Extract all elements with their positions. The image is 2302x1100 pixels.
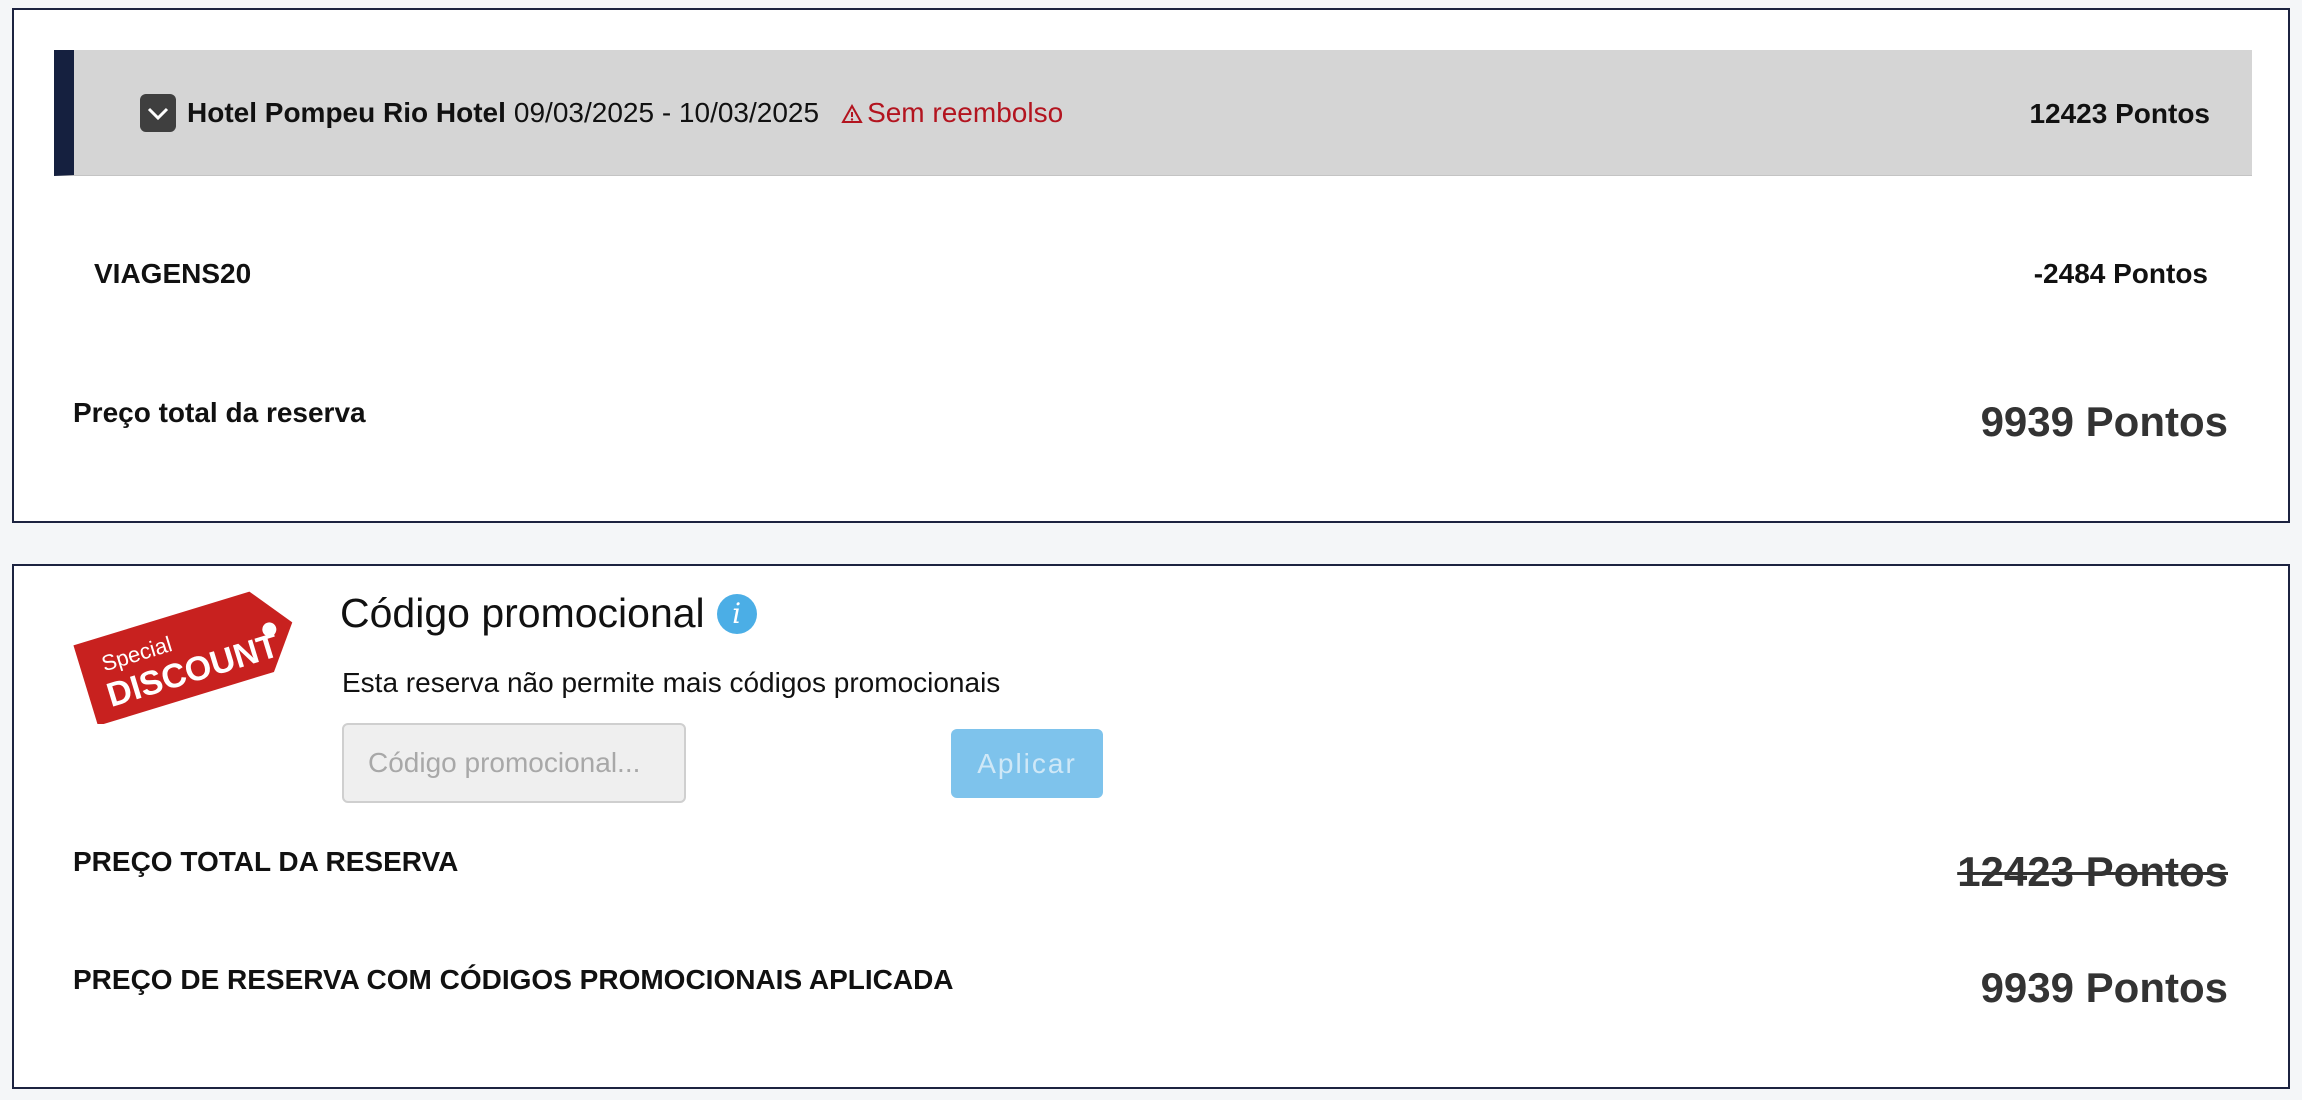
hotel-summary: Hotel Pompeu Rio Hotel 09/03/2025 - 10/0… xyxy=(187,96,1063,130)
hotel-name: Hotel Pompeu Rio Hotel xyxy=(187,97,506,128)
hotel-row[interactable]: Hotel Pompeu Rio Hotel 09/03/2025 - 10/0… xyxy=(54,50,2252,176)
stay-dates: 09/03/2025 - 10/03/2025 xyxy=(513,97,820,128)
expand-button[interactable] xyxy=(140,94,176,132)
promo-code-input[interactable] xyxy=(342,723,686,803)
original-total-value: 12423 Pontos xyxy=(1957,848,2228,895)
refund-status: Sem reembolso xyxy=(841,96,1063,130)
warning-triangle-icon xyxy=(841,104,863,123)
promo-title: Código promocional i xyxy=(340,590,757,637)
original-total-label: PREÇO TOTAL DA RESERVA xyxy=(73,846,459,877)
apply-button[interactable]: Aplicar xyxy=(951,729,1103,798)
discount-tag-icon: Special DISCOUNT xyxy=(73,591,293,724)
promo-title-text: Código promocional xyxy=(340,590,705,636)
promo-note: Esta reserva não permite mais códigos pr… xyxy=(342,667,1001,698)
discounted-total-label: PREÇO DE RESERVA COM CÓDIGOS PROMOCIONAI… xyxy=(73,964,954,995)
chevron-down-icon xyxy=(147,107,169,121)
discount-code: VIAGENS20 xyxy=(94,258,252,289)
hotel-price: 12423 Pontos xyxy=(2029,98,2210,129)
booking-summary-panel: Hotel Pompeu Rio Hotel 09/03/2025 - 10/0… xyxy=(12,8,2290,523)
total-value: 9939 Pontos xyxy=(1980,398,2228,445)
refund-status-label: Sem reembolso xyxy=(867,97,1064,128)
discounted-total-value: 9939 Pontos xyxy=(1980,964,2228,1011)
promo-code-panel: Special DISCOUNT Código promocional i Es… xyxy=(12,564,2290,1089)
info-icon[interactable]: i xyxy=(716,593,757,634)
discount-amount: -2484 Pontos xyxy=(2033,258,2208,289)
total-label: Preço total da reserva xyxy=(73,397,366,428)
